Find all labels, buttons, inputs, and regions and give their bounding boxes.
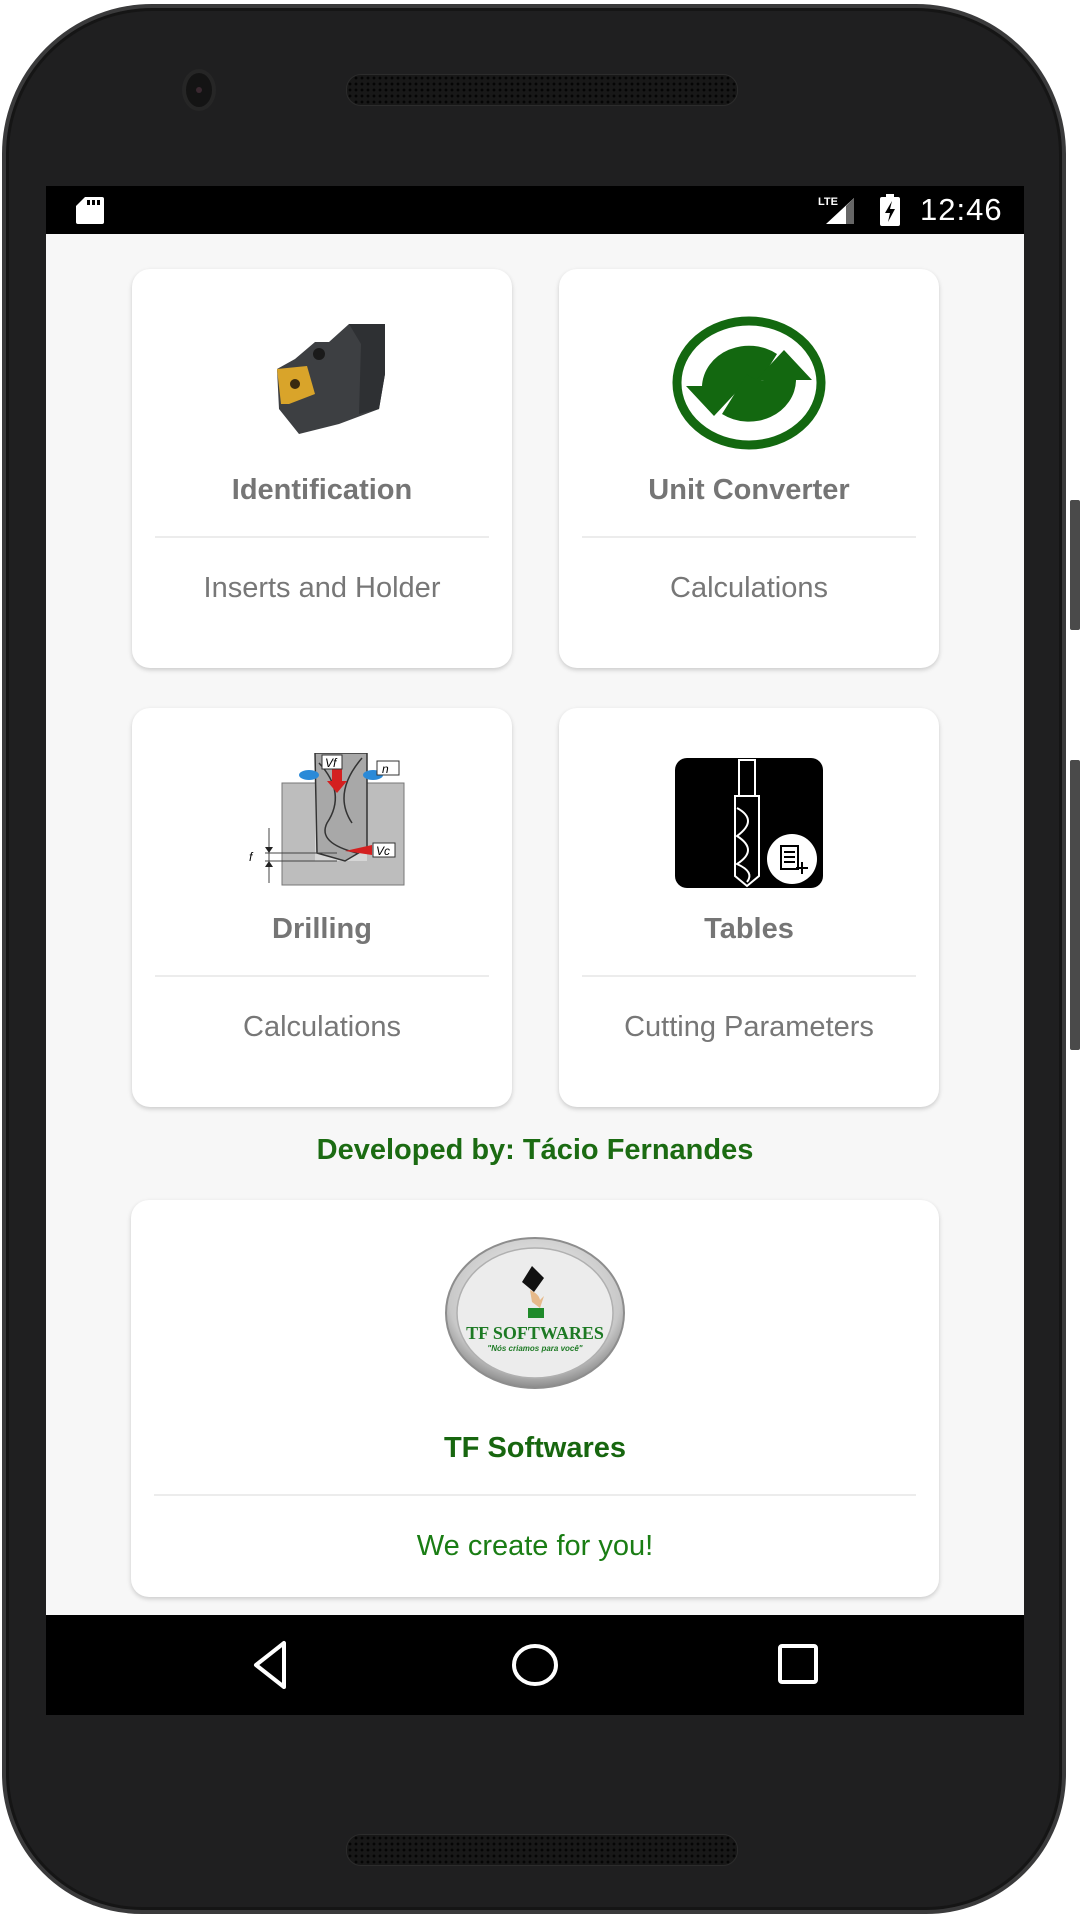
top-speaker-grille bbox=[346, 74, 738, 106]
back-icon[interactable] bbox=[242, 1637, 302, 1693]
tf-softwares-logo: TF SOFTWARES "Nós criamos para você" bbox=[445, 1237, 625, 1389]
bottom-speaker-grille bbox=[346, 1834, 738, 1866]
developer-credit: Developed by: Tácio Fernandes bbox=[316, 1134, 754, 1166]
card-divider bbox=[582, 975, 916, 977]
svg-text:LTE: LTE bbox=[818, 196, 838, 208]
svg-text:Vc: Vc bbox=[376, 844, 390, 858]
card-title: Unit Converter bbox=[648, 474, 850, 506]
card-title: Tables bbox=[704, 913, 794, 945]
company-title: TF Softwares bbox=[443, 1432, 627, 1464]
power-button[interactable] bbox=[1070, 500, 1080, 630]
svg-text:f: f bbox=[249, 850, 254, 864]
card-subtitle: Inserts and Holder bbox=[203, 572, 441, 604]
card-divider bbox=[155, 536, 489, 538]
battery-charging-icon bbox=[880, 194, 900, 226]
volume-rocker[interactable] bbox=[1070, 760, 1080, 1050]
screen: LTE 12:46 Identification Inserts and Hol… bbox=[46, 186, 1024, 1715]
lte-signal-icon: LTE bbox=[818, 196, 854, 224]
unit-converter-card[interactable]: Unit Converter Calculations bbox=[559, 269, 939, 668]
clock: 12:46 bbox=[920, 192, 1003, 227]
svg-text:TF SOFTWARES: TF SOFTWARES bbox=[466, 1323, 604, 1343]
drilling-card[interactable]: Vf n Vc f Drilling Calculations bbox=[132, 708, 512, 1107]
card-divider bbox=[155, 975, 489, 977]
navigation-bar bbox=[46, 1615, 1024, 1715]
card-subtitle: Calculations bbox=[243, 1011, 401, 1043]
card-subtitle: Cutting Parameters bbox=[624, 1011, 874, 1043]
svg-text:n: n bbox=[382, 762, 389, 776]
front-camera bbox=[186, 73, 212, 107]
svg-text:"Nós criamos para você": "Nós criamos para você" bbox=[487, 1344, 582, 1353]
home-icon[interactable] bbox=[505, 1637, 565, 1693]
card-title: Drilling bbox=[272, 913, 372, 945]
card-divider bbox=[154, 1494, 916, 1496]
card-divider bbox=[582, 536, 916, 538]
convert-arrows-icon bbox=[672, 316, 826, 450]
tool-holder-insert-icon bbox=[277, 324, 385, 434]
tables-card[interactable]: Tables Cutting Parameters bbox=[559, 708, 939, 1107]
drilling-diagram-icon: Vf n Vc f bbox=[249, 753, 405, 886]
sd-card-icon bbox=[76, 197, 104, 224]
identification-card[interactable]: Identification Inserts and Holder bbox=[132, 269, 512, 668]
card-subtitle: Calculations bbox=[670, 572, 828, 604]
recents-icon[interactable] bbox=[768, 1637, 828, 1693]
company-slogan: We create for you! bbox=[416, 1530, 654, 1562]
svg-text:Vf: Vf bbox=[325, 756, 338, 770]
status-bar: LTE 12:46 bbox=[46, 186, 1024, 234]
tf-softwares-card[interactable]: TF SOFTWARES "Nós criamos para você" TF … bbox=[131, 1200, 939, 1597]
card-title: Identification bbox=[231, 474, 413, 506]
drill-table-icon bbox=[675, 758, 823, 888]
